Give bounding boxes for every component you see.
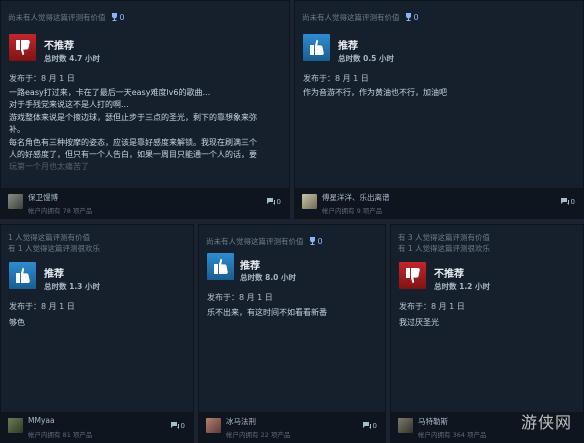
helpful-count: 尚未有人觉得这篇评测有价值 0 (8, 13, 125, 22)
comment-icon (266, 198, 275, 205)
comment-count[interactable]: 0 (266, 198, 281, 206)
reviewer-products: 帐户内拥有 22 项产品 (226, 431, 291, 439)
comment-count[interactable]: 0 (362, 422, 377, 430)
reviewer-products: 帐户内拥有 78 项产品 (28, 207, 93, 215)
thumbs-down-icon (399, 262, 426, 289)
reviewer-name[interactable]: MMyaa (28, 416, 55, 425)
posted-date: 发布于：8 月 1 日 (9, 302, 75, 311)
review-line: 一路easy打过来，卡在了最后一天easy难度lv6的歌曲... (9, 88, 211, 97)
reviewer-bar[interactable]: MMyaa 帐户内拥有 81 项产品 0 (1, 412, 193, 442)
reviewer-products: 帐户内拥有 9 项产品 (322, 207, 383, 215)
avatar[interactable] (206, 418, 221, 433)
verdict: 不推荐 (434, 269, 464, 280)
comment-count[interactable]: 0 (170, 422, 185, 430)
avatar[interactable] (8, 418, 23, 433)
review-text: 作为音游不行，作为黄油也不行，加油吧 (303, 87, 579, 99)
reviewer-bar[interactable]: 傅星洋洋、乐出离谱 帐户内拥有 9 项产品 0 (295, 188, 583, 218)
comment-icon (362, 422, 371, 429)
review-line: 游戏整体来说是个擦边球，瑟但止步于三点的圣光，剩下的靠想象来弥 (9, 112, 257, 122)
reviewer-products: 帐户内拥有 81 项产品 (28, 431, 93, 439)
award-icon[interactable] (111, 13, 118, 21)
thumbs-up-icon (303, 34, 330, 61)
thumbs-up-icon (9, 262, 36, 289)
funny-count: 有 1 人觉得这篇评测很欢乐 (398, 244, 491, 253)
review-text: 够色 (9, 317, 189, 329)
review-line: 玩第一个月也太痛苦了 (9, 162, 89, 172)
reviewer-bar[interactable]: 冰马法刑 帐户内拥有 22 项产品 0 (199, 412, 385, 442)
thumbs-down-icon (9, 34, 36, 61)
avatar[interactable] (8, 194, 23, 209)
helpful-count: 1 人觉得这篇评测有价值 (8, 233, 91, 242)
review-text: 我过厌圣光 (399, 317, 579, 329)
verdict: 推荐 (338, 41, 358, 52)
review-line: 作为音游不行，作为黄油也不行，加油吧 (303, 88, 447, 97)
hours-played: 总时数 8.0 小时 (240, 273, 297, 282)
avatar[interactable] (302, 194, 317, 209)
award-icon[interactable] (309, 237, 316, 245)
review-line: 对于手残党来说这不是人打的啊... (9, 100, 129, 110)
review-line: 乐不出来，有这时间不如看看新番 (207, 308, 327, 317)
review-text: 乐不出来，有这时间不如看看新番 (207, 307, 383, 319)
reviewer-name[interactable]: 傅星洋洋、乐出离谱 (322, 192, 390, 203)
posted-date: 发布于：8 月 1 日 (207, 293, 273, 302)
helpful-count: 有 3 人觉得这篇评测有价值 (398, 233, 491, 242)
posted-date: 发布于：8 月 1 日 (9, 74, 75, 83)
helpful-count: 尚未有人觉得这篇评测有价值 0 (206, 237, 323, 246)
hours-played: 总时数 1.2 小时 (434, 282, 491, 291)
review-card-4: 尚未有人觉得这篇评测有价值 0 推荐 总时数 8.0 小时 发布于：8 月 1 日… (198, 224, 386, 443)
review-line: 我过厌圣光 (399, 318, 439, 327)
review-card-2: 尚未有人觉得这篇评测有价值 0 推荐 总时数 0.5 小时 发布于：8 月 1 日… (294, 0, 584, 219)
reviewer-bar[interactable]: 保卫馒博 帐户内拥有 78 项产品 0 (1, 188, 289, 218)
reviewer-products: 帐户内拥有 364 项产品 (418, 431, 487, 439)
verdict: 推荐 (44, 269, 64, 280)
avatar[interactable] (398, 418, 413, 433)
hours-played: 总时数 4.7 小时 (44, 54, 101, 63)
reviewer-name[interactable]: 保卫馒博 (28, 192, 58, 203)
thumbs-up-icon (207, 253, 234, 280)
posted-date: 发布于：8 月 1 日 (399, 302, 465, 311)
posted-date: 发布于：8 月 1 日 (303, 74, 369, 83)
review-line: 每名角色有三种按摩的姿态，应该是靠好感度来解锁。我现在刷满三个 (9, 137, 257, 147)
verdict: 不推荐 (44, 41, 74, 52)
comment-count[interactable]: 0 (560, 198, 575, 206)
review-card-3: 1 人觉得这篇评测有价值 有 1 人觉得这篇评测很欢乐 推荐 总时数 1.3 小… (0, 224, 194, 443)
award-icon[interactable] (405, 13, 412, 21)
review-card-1: 尚未有人觉得这篇评测有价值 0 不推荐 总时数 4.7 小时 发布于：8 月 1 … (0, 0, 290, 219)
reviewer-name[interactable]: 冰马法刑 (226, 416, 256, 427)
review-text: 一路easy打过来，卡在了最后一天easy难度lv6的歌曲... 对于手残党来说… (9, 87, 285, 174)
comment-icon (560, 198, 569, 205)
hours-played: 总时数 1.3 小时 (44, 282, 101, 291)
site-watermark: 游侠网 (520, 413, 572, 432)
funny-count: 有 1 人觉得这篇评测很欢乐 (8, 244, 101, 253)
comment-icon (170, 422, 179, 429)
helpful-count: 尚未有人觉得这篇评测有价值 0 (302, 13, 419, 22)
reviewer-name[interactable]: 马特勒斯 (418, 416, 448, 427)
review-line: 人的好感度了，但只有一个人告白，如果一周目只能通一个人的话，要 (9, 150, 257, 160)
verdict: 推荐 (240, 261, 260, 272)
review-line: 够色 (9, 318, 25, 327)
hours-played: 总时数 0.5 小时 (338, 54, 395, 63)
review-line: 补。 (9, 125, 25, 135)
